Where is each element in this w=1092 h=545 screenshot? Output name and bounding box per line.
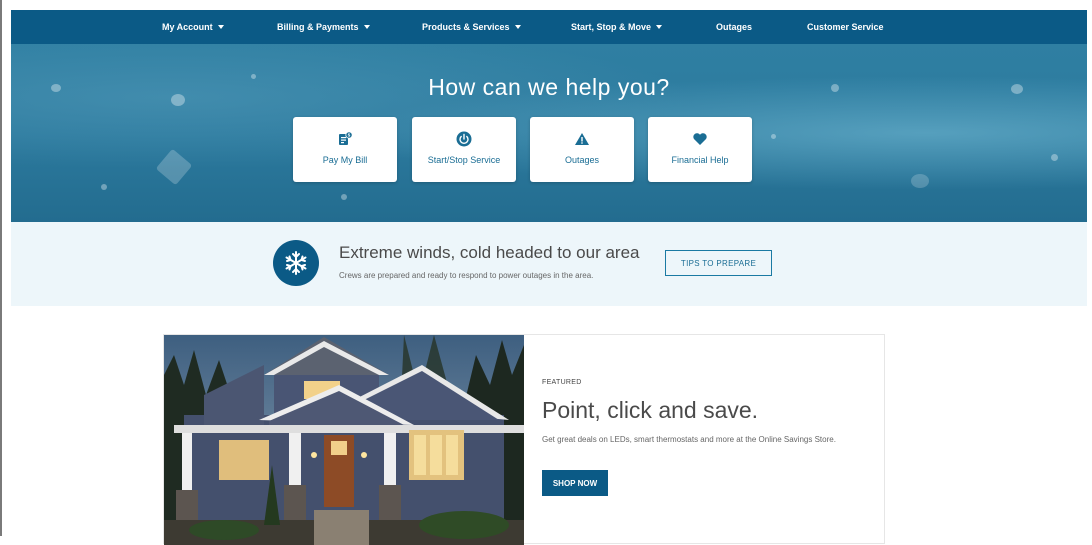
shop-now-button[interactable]: SHOP NOW [542,470,608,496]
caret-down-icon [514,25,521,29]
nav-outages[interactable]: Outages [716,10,752,44]
pay-my-bill-card[interactable]: $ Pay My Bill [293,117,397,182]
nav-start-stop-move-label: Start, Stop & Move [571,22,652,32]
house-image [164,335,524,545]
snow-flake-decoration [911,174,929,188]
nav-billing-payments-label: Billing & Payments [277,22,359,32]
nav-products-services[interactable]: Products & Services [422,10,521,44]
warning-icon [530,131,634,147]
nav-outages-label: Outages [716,22,753,32]
bill-icon: $ [293,131,397,147]
nav-customer-service-label: Customer Service [807,22,884,32]
snowflake-icon [273,240,319,286]
alert-subtitle: Crews are prepared and ready to respond … [339,271,594,280]
window-left-border [0,0,2,536]
hero-title: How can we help you? [428,74,670,100]
nav-billing-payments[interactable]: Billing & Payments [277,10,370,44]
outages-label: Outages [564,155,600,165]
featured-eyebrow: FEATURED [542,379,582,386]
snow-flake-decoration [155,148,193,186]
tips-to-prepare-button[interactable]: TIPS TO PREPARE [665,250,772,276]
snow-flake-decoration [1051,154,1058,161]
caret-down-icon [217,25,224,29]
snow-flake-decoration [771,134,776,139]
nav-my-account[interactable]: My Account [162,10,224,44]
snow-flake-decoration [101,184,107,190]
heart-icon [648,131,752,147]
featured-card: FEATURED Point, click and save. Get grea… [163,334,885,545]
power-icon [412,131,516,147]
nav-products-services-label: Products & Services [422,22,510,32]
weather-alert-banner: Extreme winds, cold headed to our area C… [11,222,1087,306]
main-navigation: My Account Billing & Payments Products &… [11,10,1087,44]
featured-description: Get great deals on LEDs, smart thermosta… [542,435,836,444]
featured-title: Point, click and save. [542,397,759,423]
financial-help-card[interactable]: Financial Help [648,117,752,182]
alert-title: Extreme winds, cold headed to our area [339,243,640,262]
nav-customer-service[interactable]: Customer Service [807,10,884,44]
hero-banner: How can we help you? $ Pay My Bill Start… [11,44,1087,222]
caret-down-icon [656,25,663,29]
nav-start-stop-move[interactable]: Start, Stop & Move [571,10,663,44]
financial-help-label: Financial Help [671,155,729,165]
start-stop-service-label: Start/Stop Service [427,155,501,165]
nav-my-account-label: My Account [162,22,213,32]
caret-down-icon [363,25,370,29]
snow-flake-decoration [341,194,347,200]
start-stop-service-card[interactable]: Start/Stop Service [412,117,516,182]
outages-card[interactable]: Outages [530,117,634,182]
pay-my-bill-label: Pay My Bill [322,155,368,165]
